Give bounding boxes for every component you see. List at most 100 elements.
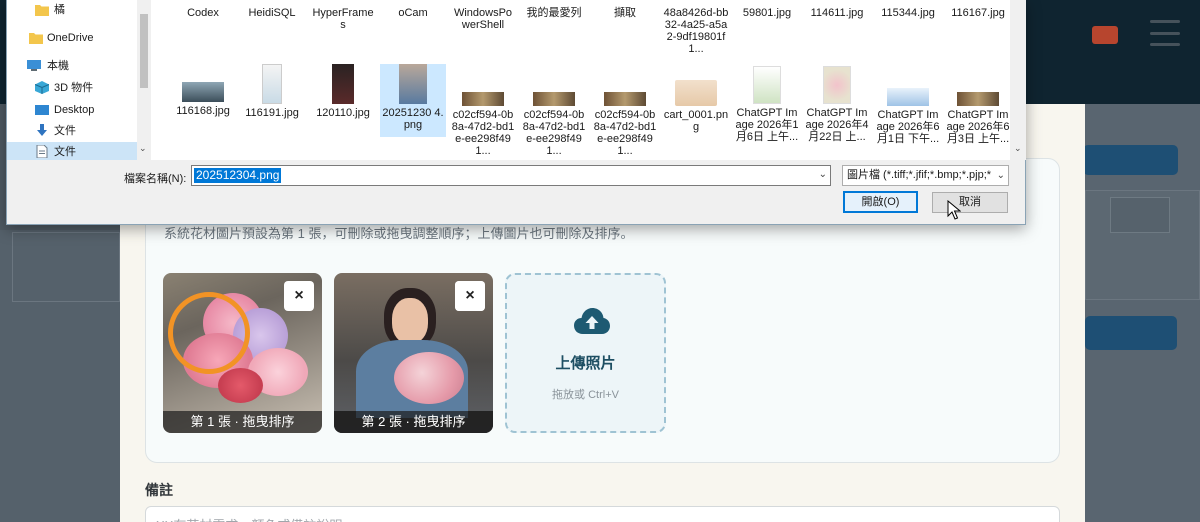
image-thumbnail — [462, 92, 504, 106]
file-label: Codex — [187, 7, 219, 19]
file-item[interactable]: WindowsPowerShell — [450, 7, 516, 31]
file-label: ChatGPT Image 2026年6月1日 下午... — [876, 109, 940, 145]
image-thumbnail — [753, 66, 781, 104]
file-label: 116168.jpg — [176, 105, 230, 117]
file-item[interactable]: HyperFrames — [310, 7, 376, 31]
folder-icon — [29, 33, 43, 44]
file-item[interactable]: 115344.jpg — [875, 7, 941, 19]
image-thumbnail — [887, 88, 929, 106]
file-item[interactable]: 116168.jpg — [170, 82, 236, 117]
nav-item-label: 橘 — [54, 4, 65, 16]
file-item[interactable]: 120110.jpg — [310, 64, 376, 119]
file-label: oCam — [398, 7, 428, 19]
upload-title: 上傳照片 — [555, 355, 616, 372]
file-label: ChatGPT Image 2026年1月6日 上午... — [735, 107, 799, 143]
file-item[interactable]: 59801.jpg — [734, 7, 800, 19]
flower-shape — [218, 368, 263, 403]
file-item[interactable]: c02cf594-0b8a-47d2-bd1e-ee298f491... — [521, 92, 587, 157]
file-label: HyperFrames — [312, 7, 374, 31]
file-label: 擷取 — [614, 7, 636, 19]
file-label: 48a8426d-bb32-4a25-a5a2-9df19801f1... — [663, 7, 729, 55]
nav-item-this-pc[interactable]: 本機 — [7, 56, 139, 76]
image-thumbnail — [957, 92, 999, 106]
nav-item-folder[interactable]: 橘 — [7, 0, 139, 20]
image-thumbnail — [399, 64, 427, 104]
right-secondary-button[interactable] — [1085, 316, 1177, 350]
nav-item-onedrive[interactable]: OneDrive — [7, 28, 139, 48]
photo-caption-2-overlay: 第 2 張 · 拖曳排序 — [334, 411, 493, 433]
nav-item-3d-objects[interactable]: 3D 物件 — [7, 78, 139, 98]
computer-icon — [27, 60, 41, 71]
file-item[interactable]: ChatGPT Image 2026年6月3日 上午... — [945, 92, 1011, 145]
file-item[interactable]: 114611.jpg — [804, 7, 870, 19]
remove-photo-2-button-overlay[interactable]: × — [455, 281, 485, 311]
file-label: 116167.jpg — [951, 7, 1005, 19]
file-type-select[interactable]: 圖片檔 (*.tiff;*.jfif;*.bmp;*.pjp;* ⌄ — [842, 165, 1009, 186]
filename-input[interactable]: 202512304.png ⌄ — [191, 165, 831, 186]
file-item[interactable]: cart_0001.png — [663, 80, 729, 133]
file-label: 115344.jpg — [881, 7, 935, 19]
file-item[interactable]: c02cf594-0b8a-47d2-bd1e-ee298f491... — [450, 92, 516, 157]
chevron-down-icon[interactable]: ⌄ — [994, 166, 1005, 185]
nav-item-downloads[interactable]: 文件 — [7, 121, 139, 141]
desktop-icon — [35, 105, 49, 115]
file-item[interactable]: 116167.jpg — [945, 7, 1011, 19]
nav-item-label: Desktop — [54, 104, 95, 116]
nav-item-label: 本機 — [47, 60, 69, 72]
file-item[interactable]: HeidiSQL — [239, 7, 305, 19]
file-label: 116191.jpg — [245, 107, 299, 119]
cancel-button[interactable]: 取消 — [932, 192, 1008, 213]
files-pane: Codex HeidiSQL HyperFrames oCam WindowsP… — [151, 0, 1019, 160]
notes-label: 備註 — [145, 482, 173, 498]
file-label: c02cf594-0b8a-47d2-bd1e-ee298f491... — [522, 109, 586, 157]
upload-dropzone[interactable]: 上傳照片 拖放或 Ctrl+V — [505, 273, 666, 433]
file-item[interactable]: Codex — [170, 7, 236, 19]
chevron-down-icon[interactable]: ⌄ — [819, 169, 827, 180]
chevron-down-icon[interactable]: ⌄ — [1014, 143, 1022, 154]
nav-scrollbar-thumb[interactable] — [140, 14, 148, 88]
nav-item-documents[interactable]: 文件 — [7, 142, 139, 160]
nav-item-label: 文件 — [54, 146, 76, 158]
nav-item-desktop[interactable]: Desktop — [7, 100, 139, 120]
file-item-selected[interactable]: 20251230 4.png — [380, 64, 446, 137]
file-item[interactable]: 擷取 — [592, 7, 658, 19]
highlight-circle — [168, 292, 250, 374]
upload-subtitle: 拖放或 Ctrl+V — [552, 389, 619, 401]
file-label: 20251230 4.png — [382, 107, 444, 131]
file-label: WindowsPowerShell — [453, 7, 513, 31]
nav-scrollbar[interactable]: ⌄ — [137, 0, 151, 160]
image-thumbnail — [182, 82, 224, 102]
files-scrollbar[interactable]: ⌄ — [1010, 0, 1026, 160]
filename-label: 檔案名稱(N): — [124, 173, 187, 185]
person-face — [392, 298, 428, 344]
file-label: c02cf594-0b8a-47d2-bd1e-ee298f491... — [593, 109, 657, 157]
nav-item-label: 3D 物件 — [54, 82, 94, 94]
hamburger-menu-icon[interactable] — [1150, 20, 1180, 46]
file-label: c02cf594-0b8a-47d2-bd1e-ee298f491... — [451, 109, 515, 157]
file-item[interactable]: ChatGPT Image 2026年4月22日 上... — [804, 66, 870, 143]
file-type-value: 圖片檔 (*.tiff;*.jfif;*.bmp;*.pjp;* — [847, 169, 992, 181]
image-thumbnail — [675, 80, 717, 106]
cloud-upload-icon — [574, 308, 610, 334]
bouquet — [394, 352, 464, 404]
file-item[interactable]: ChatGPT Image 2026年6月1日 下午... — [875, 88, 941, 145]
file-item[interactable]: 我的最愛列 — [521, 7, 587, 19]
image-thumbnail — [262, 64, 282, 104]
open-button[interactable]: 開啟(O) — [843, 191, 918, 213]
file-item[interactable]: ChatGPT Image 2026年1月6日 上午... — [734, 66, 800, 143]
file-label: cart_0001.png — [663, 109, 729, 133]
nav-pane: 橘 OneDrive 本機 3D 物件 Desktop 文件 文件 ⌄ — [7, 0, 151, 160]
document-icon — [36, 145, 48, 158]
remove-photo-1-button[interactable]: × — [284, 281, 314, 311]
file-item[interactable]: c02cf594-0b8a-47d2-bd1e-ee298f491... — [592, 92, 658, 157]
notes-input[interactable]: XX有花材需求、顏色或備註說明 — [145, 506, 1060, 522]
nav-item-label: OneDrive — [47, 32, 94, 44]
file-item[interactable]: 48a8426d-bb32-4a25-a5a2-9df19801f1... — [663, 7, 729, 55]
download-arrow-icon — [37, 124, 47, 136]
file-label: 120110.jpg — [316, 107, 370, 119]
file-item[interactable]: 116191.jpg — [239, 64, 305, 119]
file-item[interactable]: oCam — [380, 7, 446, 19]
right-action-button[interactable] — [1083, 145, 1178, 175]
chevron-down-icon[interactable]: ⌄ — [139, 143, 147, 154]
file-label: 59801.jpg — [742, 7, 792, 19]
